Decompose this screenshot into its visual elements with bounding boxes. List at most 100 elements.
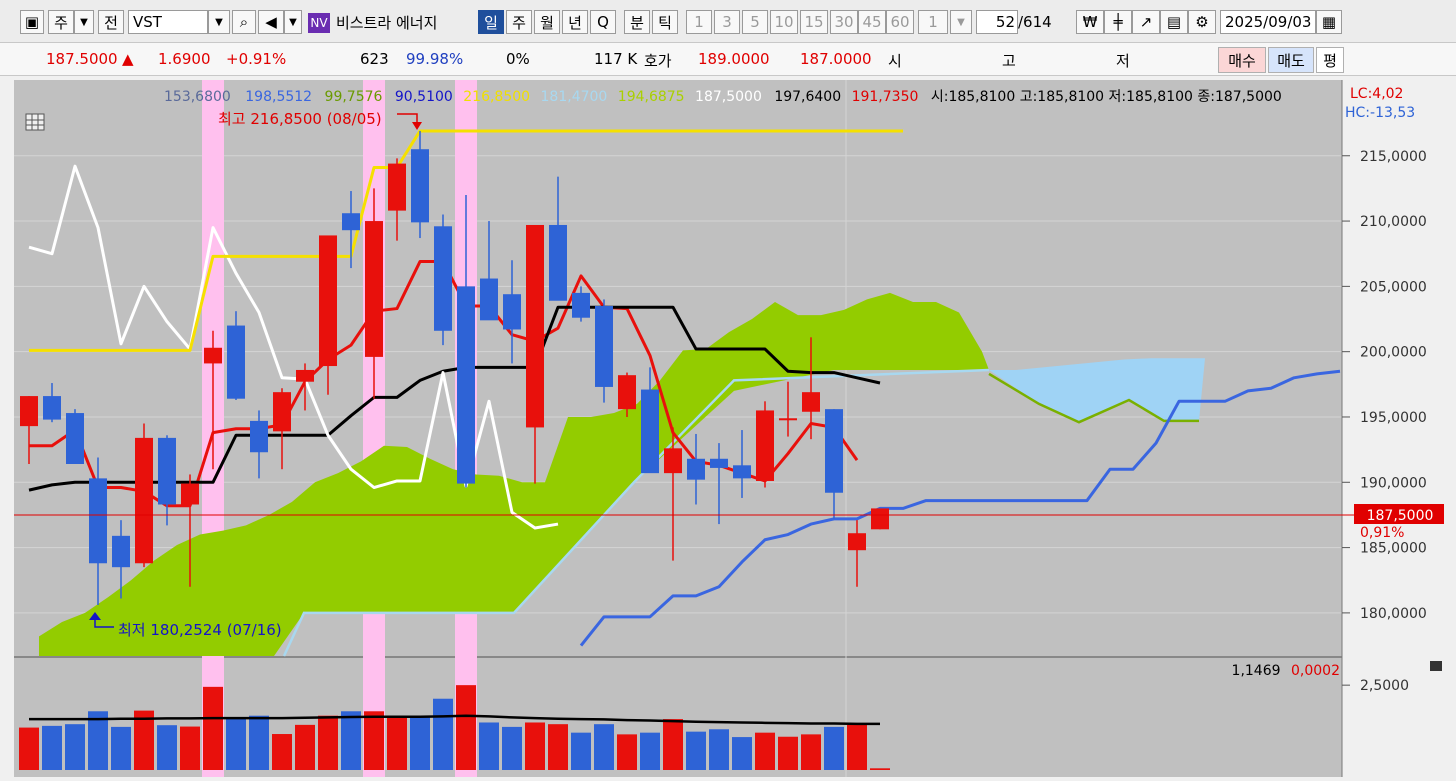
period-quarter-button[interactable]: Q [590,10,616,34]
volume-value: 117 K [594,50,638,68]
candle-body [549,224,567,301]
period-a-button[interactable]: 주 [48,10,74,34]
minute-45-button[interactable]: 45 [858,10,886,34]
volume-bar [249,715,269,770]
candle-body [457,286,475,484]
legend-item: 99,7576 [325,89,383,105]
speaker-dropdown-icon[interactable]: ▼ [284,10,302,34]
candle-body [89,478,107,564]
quote-v3: 0% [506,50,530,68]
volume-bar [801,734,821,770]
jeon-button[interactable]: 전 [98,10,124,34]
candle-body [273,392,291,432]
up-arrow-icon: ▲ [122,50,134,68]
calendar-icon[interactable]: ▦ [1316,10,1342,34]
indicator-legend: 153,6800 198,5512 99,7576 90,5100 216,85… [164,89,1282,105]
change-value: 1.6900 [158,50,211,68]
minute-60-button[interactable]: 60 [886,10,914,34]
candle-body [227,325,245,399]
search-icon[interactable]: ⌕ [232,10,256,34]
candle-body [802,392,820,412]
period-tick-button[interactable]: 틱 [652,10,678,34]
save-icon[interactable]: ▤ [1160,10,1188,34]
minute-30-button[interactable]: 30 [830,10,858,34]
stock-name: 비스트라 에너지 [336,13,438,32]
price-tick-label: 210,0000 [1360,214,1427,230]
volume-bar [525,722,545,770]
period-minute-button[interactable]: 분 [624,10,650,34]
low-label: 저 [1116,52,1130,70]
legend-item: 197,6400 [774,89,841,105]
volume-bar [203,686,223,770]
period-monthly-button[interactable]: 월 [534,10,560,34]
price-axis-background [1342,80,1456,777]
volume-bar [870,768,890,770]
position-input[interactable]: 52 [976,10,1018,34]
bid-price: 187.0000 [800,50,872,68]
period-daily-button[interactable]: 일 [478,10,504,34]
volume-bar [617,734,637,770]
quote-v1: 623 [360,50,389,68]
trend-tool-icon[interactable]: ↗ [1132,10,1160,34]
nv-badge: NV [308,13,330,33]
period-weekly-button[interactable]: 주 [506,10,532,34]
pane-collapse-icon[interactable] [1430,661,1442,671]
window-link-icon[interactable]: ▣ [20,10,44,34]
legend-item: 153,6800 [164,89,231,105]
candle-body [342,213,360,231]
candle-body [66,413,84,464]
volume-bar [755,732,775,770]
legend-item: 181,4700 [541,89,608,105]
price-tick-label: 180,0000 [1360,606,1427,622]
legend-item: 191,7350 [852,89,919,105]
table-icon[interactable] [25,113,45,131]
candle-body [43,396,61,420]
price-chart[interactable]: 180,0000 185,0000 190,0000 195,0000 200,0000… [14,80,1456,777]
candle-body [641,389,659,474]
chevron-down-icon[interactable]: ▼ [74,10,94,34]
series-line [28,164,559,530]
candle-body [572,292,590,318]
count-input[interactable]: 1 [918,10,948,34]
speaker-icon[interactable]: ◀ [258,10,284,34]
volume-bar [387,716,407,770]
low-marker-label: 최저 180,2524 (07/16) [118,621,282,639]
count-dropdown-icon[interactable]: ▼ [950,10,972,34]
volume-bar [778,736,798,770]
chart-canvas[interactable]: 180,0000 185,0000 190,0000 195,0000 200,0000… [14,80,1456,777]
symbol-dropdown-icon[interactable]: ▼ [208,10,230,34]
volume-bar [295,724,315,770]
candle-type-icon[interactable]: ╪ [1104,10,1132,34]
symbol-input[interactable]: VST [128,10,208,34]
volume-bar [272,734,292,770]
period-yearly-button[interactable]: 년 [562,10,588,34]
quote-bar: 187.5000 ▲ 1.6900 +0.91% 623 99.98% 0% 1… [0,43,1456,76]
currency-icon[interactable]: ₩ [1076,10,1104,34]
candle-body [618,375,636,410]
price-tick-label: 205,0000 [1360,279,1427,295]
current-pct-label: 0,91% [1360,525,1404,541]
volume-bar [226,717,246,770]
date-input[interactable]: 2025/09/03 [1220,10,1316,34]
ask-price: 189.0000 [698,50,770,68]
minute-1-button[interactable]: 1 [686,10,712,34]
volume-bar [180,726,200,770]
candle-body [687,458,705,480]
current-price-label: 187,5000 [1367,508,1434,524]
volume-bar [157,725,177,770]
price-value: 187.5000 [46,50,118,68]
minute-5-button[interactable]: 5 [742,10,768,34]
candle-body [135,437,153,564]
sell-button[interactable]: 매도 [1268,47,1314,73]
minute-15-button[interactable]: 15 [800,10,828,34]
gear-icon[interactable]: ⚙ [1188,10,1216,34]
buy-button[interactable]: 매수 [1218,47,1266,73]
candle-body [319,235,337,367]
volume-bar [847,724,867,770]
candle-body [20,396,38,427]
minute-10-button[interactable]: 10 [770,10,798,34]
volume-bar [410,717,430,770]
eval-button[interactable]: 평 [1316,47,1344,73]
minute-3-button[interactable]: 3 [714,10,740,34]
price-tick-label: 215,0000 [1360,149,1427,165]
